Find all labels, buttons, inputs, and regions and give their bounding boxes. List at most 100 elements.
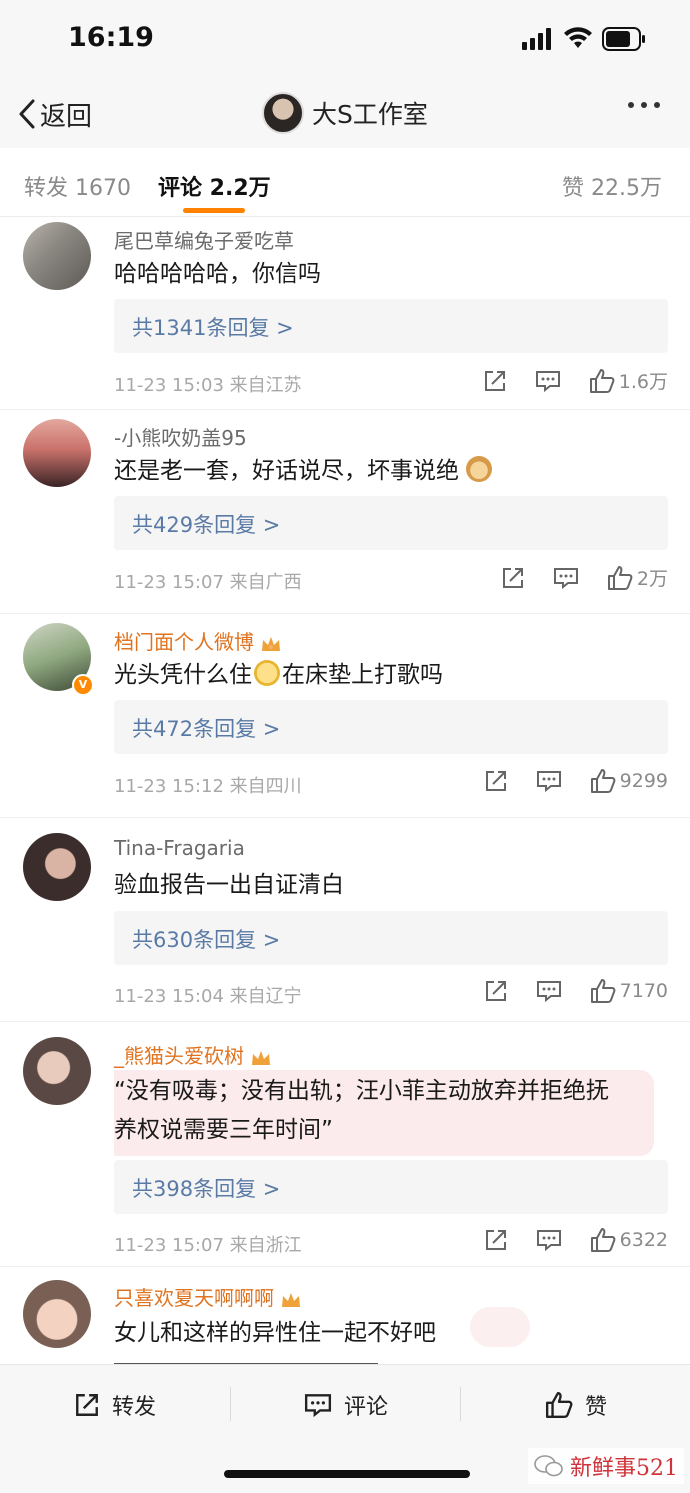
reply-icon[interactable] [536, 979, 562, 1003]
like-button[interactable]: 1.6万 [589, 367, 668, 394]
user-name[interactable]: 只喜欢夏天啊啊啊 [114, 1282, 302, 1311]
user-avatar[interactable] [23, 222, 91, 290]
comment-label: 评论 [344, 1395, 389, 1420]
comment-meta: 11-23 15:07 来自浙江 [114, 1235, 302, 1256]
nav-bar: 返回 大S工作室 [0, 80, 690, 149]
comment-actions: 1.6万 [455, 367, 668, 394]
comment-text-line: 养权说需要三年时间” [114, 1117, 333, 1143]
share-icon[interactable] [501, 566, 525, 590]
comment-text: 女儿和这样的异性住一起不好吧 [114, 1320, 436, 1346]
tab-comments[interactable]: 评论 2.2万 [158, 170, 271, 202]
like-button[interactable]: 2万 [607, 564, 668, 591]
comment-list: 尾巴草编兔子爱吃草 哈哈哈哈哈，你信吗 共1341条回复 > 11-23 15:… [0, 217, 690, 1377]
like-post-button[interactable]: 赞 [545, 1389, 607, 1421]
like-count: 2万 [636, 568, 668, 590]
user-avatar[interactable] [23, 1037, 91, 1105]
share-icon[interactable] [483, 369, 507, 393]
user-name[interactable]: 档门面个人微博 [114, 626, 282, 655]
like-label: 赞 [585, 1395, 608, 1420]
comment-meta: 11-23 15:03 来自江苏 [114, 375, 302, 396]
cellular-signal-icon [522, 28, 551, 50]
crown-icon [262, 636, 280, 651]
comment-actions: 2万 [473, 564, 668, 591]
comment-text-line: “没有吸毒；没有出轨；汪小菲主动放弃并拒绝抚 [114, 1078, 609, 1104]
comment-actions: 6322 [456, 1227, 668, 1253]
reply-icon[interactable] [536, 769, 562, 793]
user-name[interactable]: -小熊吹奶盖95 [114, 422, 247, 451]
share-icon [76, 1394, 98, 1416]
account-header[interactable]: 大S工作室 [262, 92, 428, 134]
thumbs-up-icon [607, 565, 633, 590]
comment-item: -小熊吹奶盖95 还是老一套，好话说尽，坏事说绝 共429条回复 > 11-23… [0, 410, 690, 614]
user-name-text: 档门面个人微博 [114, 630, 254, 654]
like-button[interactable]: 6322 [590, 1227, 668, 1253]
thumbs-up-icon [590, 769, 616, 793]
comment-meta: 11-23 15:07 来自广西 [114, 572, 302, 593]
reply-icon[interactable] [536, 1228, 562, 1252]
comment-item: _熊猫头爱砍树 “没有吸毒；没有出轨；汪小菲主动放弃并拒绝抚 养权说需要三年时间”… [0, 1022, 690, 1267]
comment-text-part: 光头凭什么住 [114, 662, 252, 688]
comment-text: 哈哈哈哈哈，你信吗 [114, 261, 321, 287]
status-bar: 16:19 [0, 0, 690, 80]
user-avatar[interactable] [23, 419, 91, 487]
replies-label: 共472条回复 > [132, 717, 281, 741]
active-tab-indicator [183, 208, 245, 213]
share-icon[interactable] [484, 1228, 508, 1252]
account-avatar[interactable] [262, 92, 304, 134]
watermark: 新鲜事521 [528, 1448, 684, 1484]
like-count: 6322 [619, 1229, 668, 1251]
comment-item: 尾巴草编兔子爱吃草 哈哈哈哈哈，你信吗 共1341条回复 > 11-23 15:… [0, 217, 690, 410]
comment-item: V 档门面个人微博 光头凭什么住 在床垫上打歌吗 共472条回复 > 11-23 … [0, 614, 690, 818]
view-replies-button[interactable]: 共398条回复 > [114, 1160, 668, 1214]
thumbs-up-icon [545, 1391, 573, 1419]
view-replies-button[interactable]: 共429条回复 > [114, 496, 668, 550]
reply-icon[interactable] [535, 369, 561, 393]
comment-button[interactable]: 评论 [304, 1389, 388, 1421]
crown-icon [282, 1292, 300, 1307]
like-count: 9299 [619, 770, 668, 792]
like-button[interactable]: 7170 [590, 978, 668, 1004]
like-count: 7170 [619, 980, 668, 1002]
replies-label: 共1341条回复 > [132, 316, 294, 340]
battery-icon [602, 27, 645, 51]
back-button[interactable]: 返回 [18, 94, 92, 134]
replies-label: 共630条回复 > [132, 928, 281, 952]
comment-meta: 11-23 15:04 来自辽宁 [114, 986, 302, 1007]
repost-button[interactable]: 转发 [74, 1389, 156, 1421]
user-name[interactable]: 尾巴草编兔子爱吃草 [114, 225, 294, 254]
wechat-icon [534, 1455, 563, 1477]
replies-label: 共398条回复 > [132, 1177, 281, 1201]
user-name-text: _熊猫头爱砍树 [114, 1044, 244, 1068]
share-icon[interactable] [484, 979, 508, 1003]
comment-actions: 9299 [456, 768, 668, 794]
user-avatar[interactable] [23, 1280, 91, 1348]
view-replies-button[interactable]: 共630条回复 > [114, 911, 668, 965]
status-time: 16:19 [68, 22, 154, 53]
tab-repost[interactable]: 转发 1670 [24, 170, 131, 202]
comment-actions: 7170 [456, 978, 668, 1004]
tab-bar: 转发 1670 评论 2.2万 赞 22.5万 [0, 148, 690, 217]
home-indicator[interactable] [224, 1470, 470, 1478]
share-icon[interactable] [484, 769, 508, 793]
watermark-text: 新鲜事521 [570, 1456, 678, 1481]
verified-badge-icon: V [72, 674, 94, 696]
comment-text-content: 还是老一套，好话说尽，坏事说绝 [114, 458, 459, 484]
comment-text: 光头凭什么住 在床垫上打歌吗 [114, 656, 443, 695]
divider [230, 1387, 231, 1421]
comment-item: 只喜欢夏天啊啊啊 女儿和这样的异性住一起不好吧 [0, 1267, 690, 1377]
like-button[interactable]: 9299 [590, 768, 668, 794]
user-avatar[interactable] [23, 833, 91, 901]
thumbs-up-icon [589, 368, 615, 393]
comment-item: Tina-Fragaria 验血报告一出自证清白 共630条回复 > 11-23… [0, 818, 690, 1022]
more-options-icon[interactable] [628, 102, 660, 108]
replies-label: 共429条回复 > [132, 513, 281, 537]
comment-background-sticker [470, 1307, 530, 1347]
view-replies-button[interactable]: 共472条回复 > [114, 700, 668, 754]
view-replies-button[interactable]: 共1341条回复 > [114, 299, 668, 353]
tab-likes[interactable]: 赞 22.5万 [562, 170, 662, 202]
user-name[interactable]: Tina-Fragaria [114, 836, 245, 860]
page-title: 大S工作室 [312, 100, 428, 129]
reply-icon[interactable] [553, 566, 579, 590]
user-name[interactable]: _熊猫头爱砍树 [114, 1040, 272, 1069]
chevron-left-icon [19, 99, 35, 129]
